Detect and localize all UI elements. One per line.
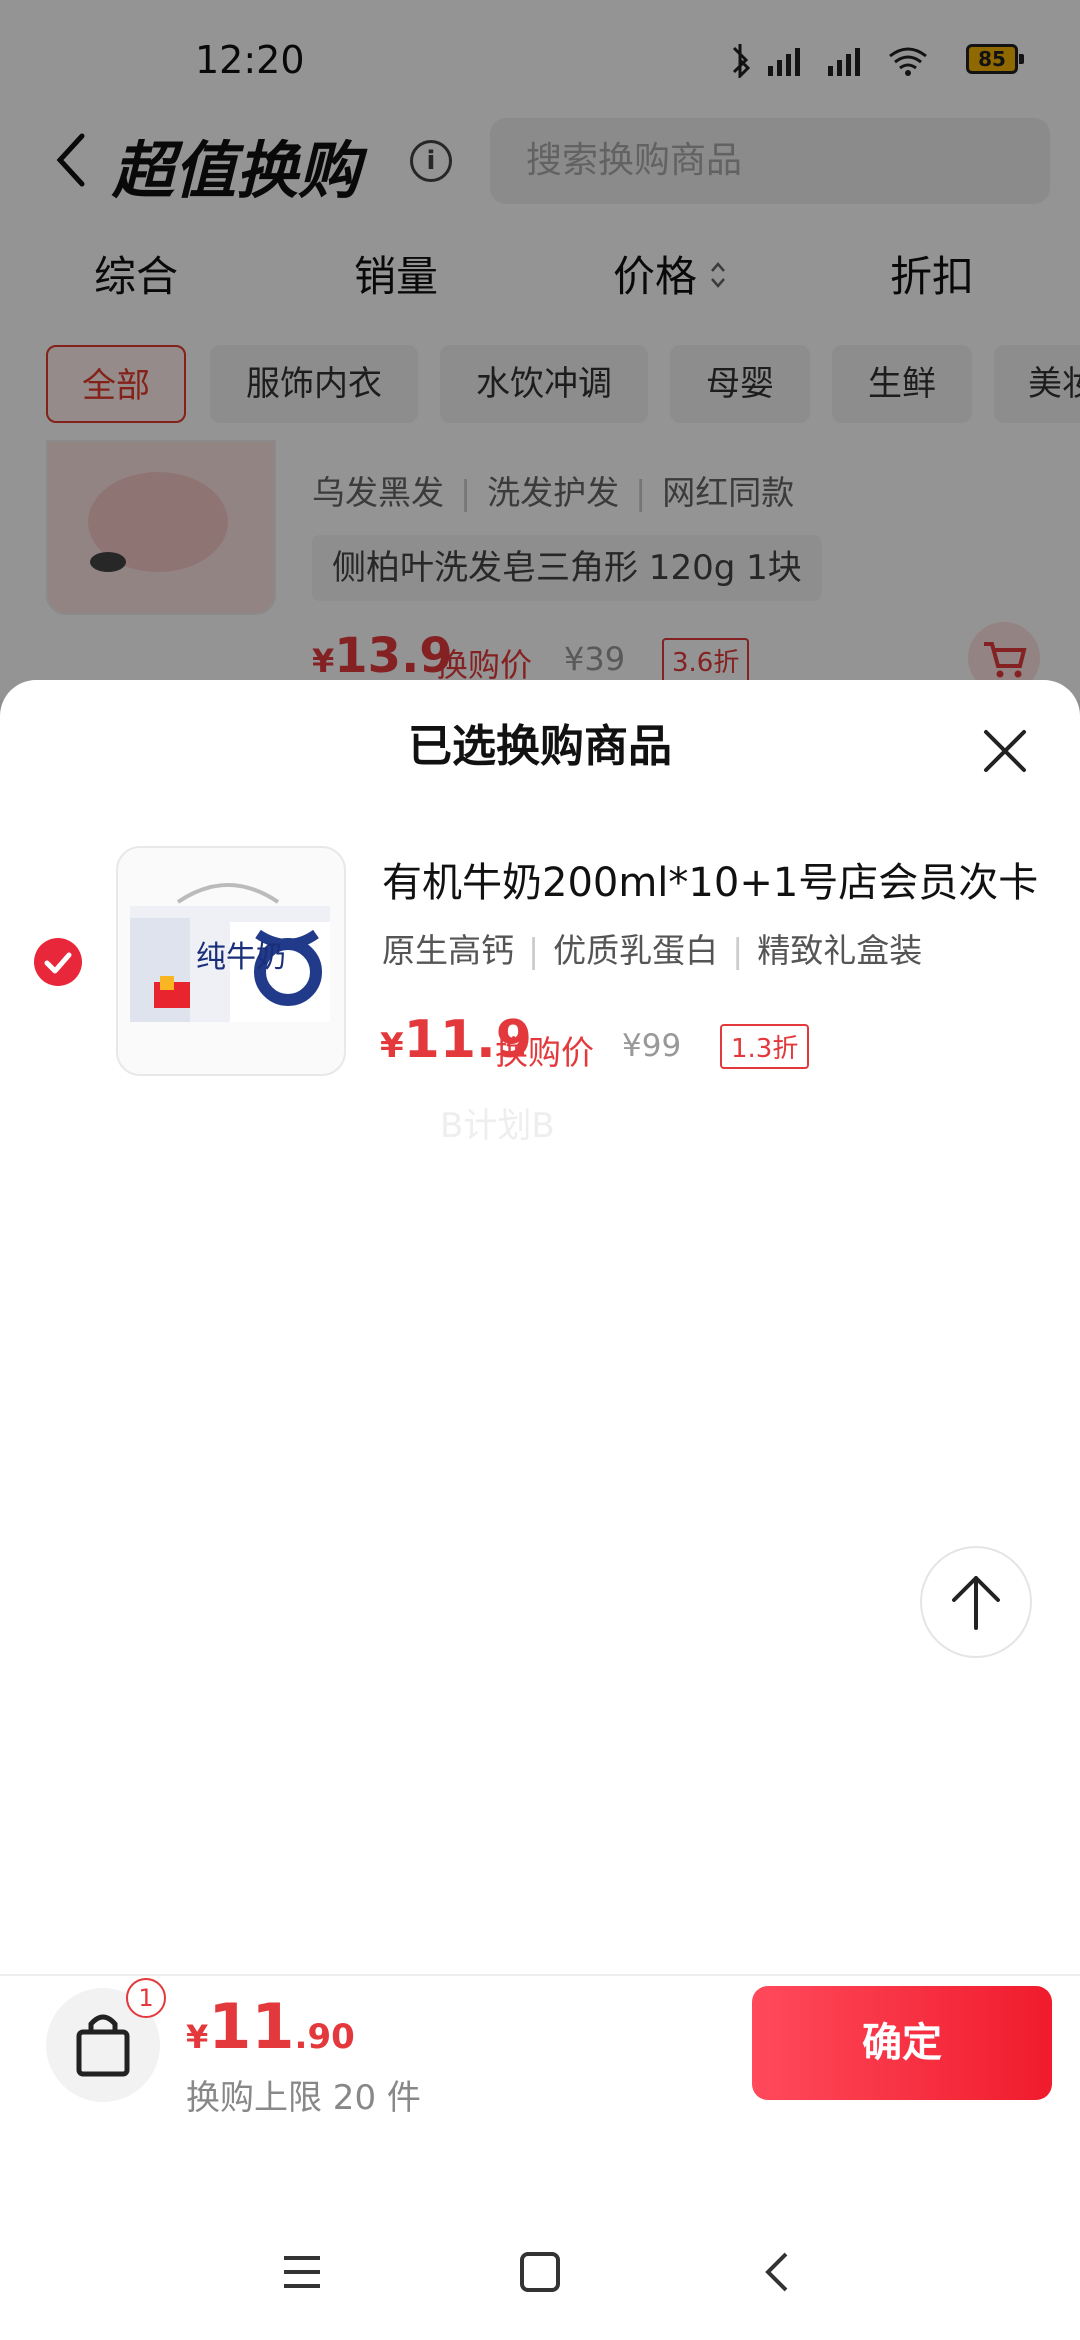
- original-price: ¥99: [622, 1028, 682, 1064]
- selected-checkbox[interactable]: [34, 938, 82, 986]
- bag-count-badge: 1: [126, 1978, 166, 2018]
- watermark: B计划B: [440, 1106, 555, 1146]
- purchase-limit: 换购上限 20 件: [186, 2078, 421, 2118]
- discount-badge: 1.3折: [720, 1024, 810, 1069]
- product-tag: 优质乳蛋白: [553, 931, 719, 970]
- total-price: ¥11.90: [186, 1990, 355, 2063]
- product-tags: 原生高钙 | 优质乳蛋白 | 精致礼盒装: [382, 931, 923, 970]
- divider: [0, 1974, 1080, 1976]
- arrow-up-icon: [952, 1576, 1000, 1630]
- product-tag: 精致礼盒装: [757, 931, 923, 970]
- product-name: 有机牛奶200ml*10+1号店会员次卡: [382, 860, 1039, 906]
- product-image-label: 纯牛奶: [196, 940, 286, 975]
- back-nav-icon[interactable]: [756, 2250, 800, 2294]
- product-tag: 原生高钙: [382, 931, 514, 970]
- confirm-button[interactable]: 确定: [752, 1986, 1052, 2100]
- sheet-title: 已选换购商品: [408, 721, 672, 772]
- home-icon[interactable]: [518, 2250, 562, 2294]
- price-label: 换购价: [495, 1033, 594, 1072]
- back-to-top-button[interactable]: [920, 1546, 1032, 1658]
- close-icon[interactable]: [980, 726, 1030, 776]
- product-image: 纯牛奶: [116, 846, 346, 1076]
- menu-icon[interactable]: [280, 2250, 324, 2294]
